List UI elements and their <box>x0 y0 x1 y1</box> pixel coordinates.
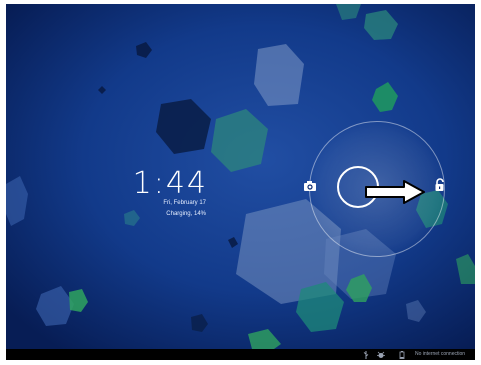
lockscreen-date: Fri, February 17 <box>163 200 206 206</box>
status-bar: No internet connection <box>6 349 475 360</box>
swipe-arrow-icon <box>365 180 425 204</box>
network-status-text: No internet connection <box>415 351 466 357</box>
camera-icon[interactable] <box>303 180 317 192</box>
debug-icon <box>377 351 385 358</box>
unlock-icon[interactable] <box>433 178 447 192</box>
usb-icon <box>363 351 369 359</box>
lockscreen-clock: 1:44 <box>132 166 208 201</box>
lock-screen: 1:44 Fri, February 17 Charging, 14% No i… <box>6 4 475 360</box>
battery-icon <box>399 351 405 359</box>
charging-status: Charging, 14% <box>166 211 206 217</box>
device-frame: 1:44 Fri, February 17 Charging, 14% No i… <box>0 0 481 365</box>
